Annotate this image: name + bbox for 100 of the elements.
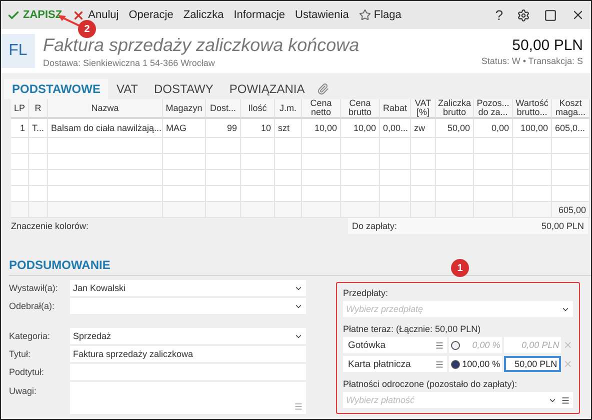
table-cell: 0,00: [474, 119, 513, 138]
settings-icon[interactable]: [517, 8, 530, 22]
select-field[interactable]: [70, 298, 306, 314]
menu-icon: [435, 340, 444, 350]
percent-field[interactable]: 100,00 %: [449, 356, 502, 372]
tab[interactable]: POWIĄZANIA: [221, 79, 313, 99]
tab[interactable]: PODSTAWOWE: [4, 79, 108, 99]
callout-marker: 1: [451, 259, 469, 277]
table-cell: [341, 138, 380, 154]
table-cell: [302, 170, 341, 186]
toolbar-button[interactable]: Operacje: [128, 9, 174, 21]
paperclip-icon[interactable]: [316, 83, 329, 95]
table-cell: zw: [411, 119, 436, 138]
select-field[interactable]: Jan Kowalski: [70, 280, 306, 296]
field-label: Kategoria:: [9, 331, 52, 341]
column-header[interactable]: Rabat: [380, 99, 411, 119]
payment-method-field[interactable]: Gotówka: [343, 337, 448, 353]
field-label: Wystawił(a):: [9, 283, 59, 293]
total-cell: 605,00: [552, 202, 590, 218]
column-header[interactable]: Ilość: [241, 99, 275, 119]
table-cell: [436, 186, 474, 202]
column-header[interactable]: Nazwa: [48, 99, 163, 119]
table-cell: [163, 186, 206, 202]
table-cell: [206, 202, 241, 218]
remove-icon[interactable]: [563, 359, 573, 369]
select-field[interactable]: Sprzedaż: [70, 328, 306, 344]
radio-button[interactable]: [451, 340, 460, 350]
table-cell: [513, 186, 552, 202]
table-cell: [436, 138, 474, 154]
check-icon: [7, 8, 20, 22]
field-label: Płatne teraz: (Łącznie: 50,00 PLN): [343, 324, 482, 334]
table-cell: [241, 154, 275, 170]
amount-field[interactable]: 50,00 PLN: [504, 356, 562, 372]
table-cell: [206, 170, 241, 186]
table-cell: [241, 170, 275, 186]
toolbar-button[interactable]: Informacje: [234, 9, 286, 21]
column-header[interactable]: Dost...: [206, 99, 241, 119]
table-cell: [513, 170, 552, 186]
payment-method-field[interactable]: Karta płatnicza: [343, 356, 448, 372]
remove-icon[interactable]: [563, 340, 574, 350]
table-cell: [29, 186, 48, 202]
column-header[interactable]: R: [29, 99, 48, 119]
table-cell: [206, 186, 241, 202]
input-field[interactable]: [70, 382, 306, 414]
table-cell: [436, 170, 474, 186]
table-cell: [513, 154, 552, 170]
column-header[interactable]: Magazyn: [163, 99, 206, 119]
toolbar-button[interactable]: Zaliczka: [183, 9, 224, 21]
radio-button[interactable]: [451, 360, 460, 368]
table-cell: [341, 154, 380, 170]
tab[interactable]: VAT: [108, 79, 146, 99]
table-cell: 100,00: [513, 119, 552, 138]
field-label: Płatności odroczone (pozostało do zapłaty):: [343, 379, 518, 389]
input-field[interactable]: Faktura sprzedaży zaliczkowa: [70, 346, 306, 362]
document-amount: 50,00 PLN: [511, 36, 583, 54]
amount-due-label: Do zapłaty:: [352, 221, 398, 231]
table-cell: [275, 186, 302, 202]
table-cell: [29, 202, 48, 218]
table-cell: [302, 202, 341, 218]
table-cell: [474, 170, 513, 186]
table-cell: 10,00: [302, 119, 341, 138]
table-cell: [275, 170, 302, 186]
column-header[interactable]: J.m.: [275, 99, 302, 119]
maximize-icon[interactable]: [544, 8, 557, 22]
table-cell: [411, 186, 436, 202]
column-header[interactable]: Cena brutto: [341, 99, 380, 119]
table-cell: [275, 154, 302, 170]
tab[interactable]: DOSTAWY: [146, 79, 222, 99]
column-header[interactable]: Koszt maga...: [552, 99, 590, 119]
table-cell: [302, 138, 341, 154]
table-cell: [436, 154, 474, 170]
table-cell: T...: [29, 119, 48, 138]
table-cell: [275, 138, 302, 154]
table-cell: [11, 154, 29, 170]
table-cell: 10,00: [341, 119, 380, 138]
toolbar-button[interactable]: Flaga: [358, 9, 402, 21]
field-label: Tytuł:: [9, 349, 32, 359]
help-button[interactable]: ?: [495, 7, 503, 23]
table-cell: 605,0...: [552, 119, 590, 138]
table-cell: [411, 138, 436, 154]
table-cell: [341, 186, 380, 202]
table-cell: [11, 170, 29, 186]
color-legend-label: Znaczenie kolorów:: [11, 221, 89, 231]
field-label: Podtytuł:: [9, 367, 46, 377]
column-header[interactable]: LP: [11, 99, 29, 119]
table-cell: [241, 186, 275, 202]
toolbar-button[interactable]: Anuluj: [72, 8, 119, 22]
table-cell: [29, 154, 48, 170]
toolbar-button[interactable]: Ustawienia: [295, 9, 349, 21]
column-header[interactable]: Zaliczka brutto: [436, 99, 474, 119]
table-cell: 1: [11, 119, 29, 138]
table-cell: [380, 186, 411, 202]
column-header[interactable]: Cena netto: [302, 99, 341, 119]
table-cell: [380, 138, 411, 154]
column-header[interactable]: Pozos... do za...: [474, 99, 513, 119]
close-icon[interactable]: [571, 8, 585, 22]
save-button[interactable]: ZAPISZ: [7, 8, 62, 22]
column-header[interactable]: VAT [%]: [411, 99, 436, 119]
column-header[interactable]: Wartość brutto...: [513, 99, 552, 119]
table-cell: [474, 154, 513, 170]
